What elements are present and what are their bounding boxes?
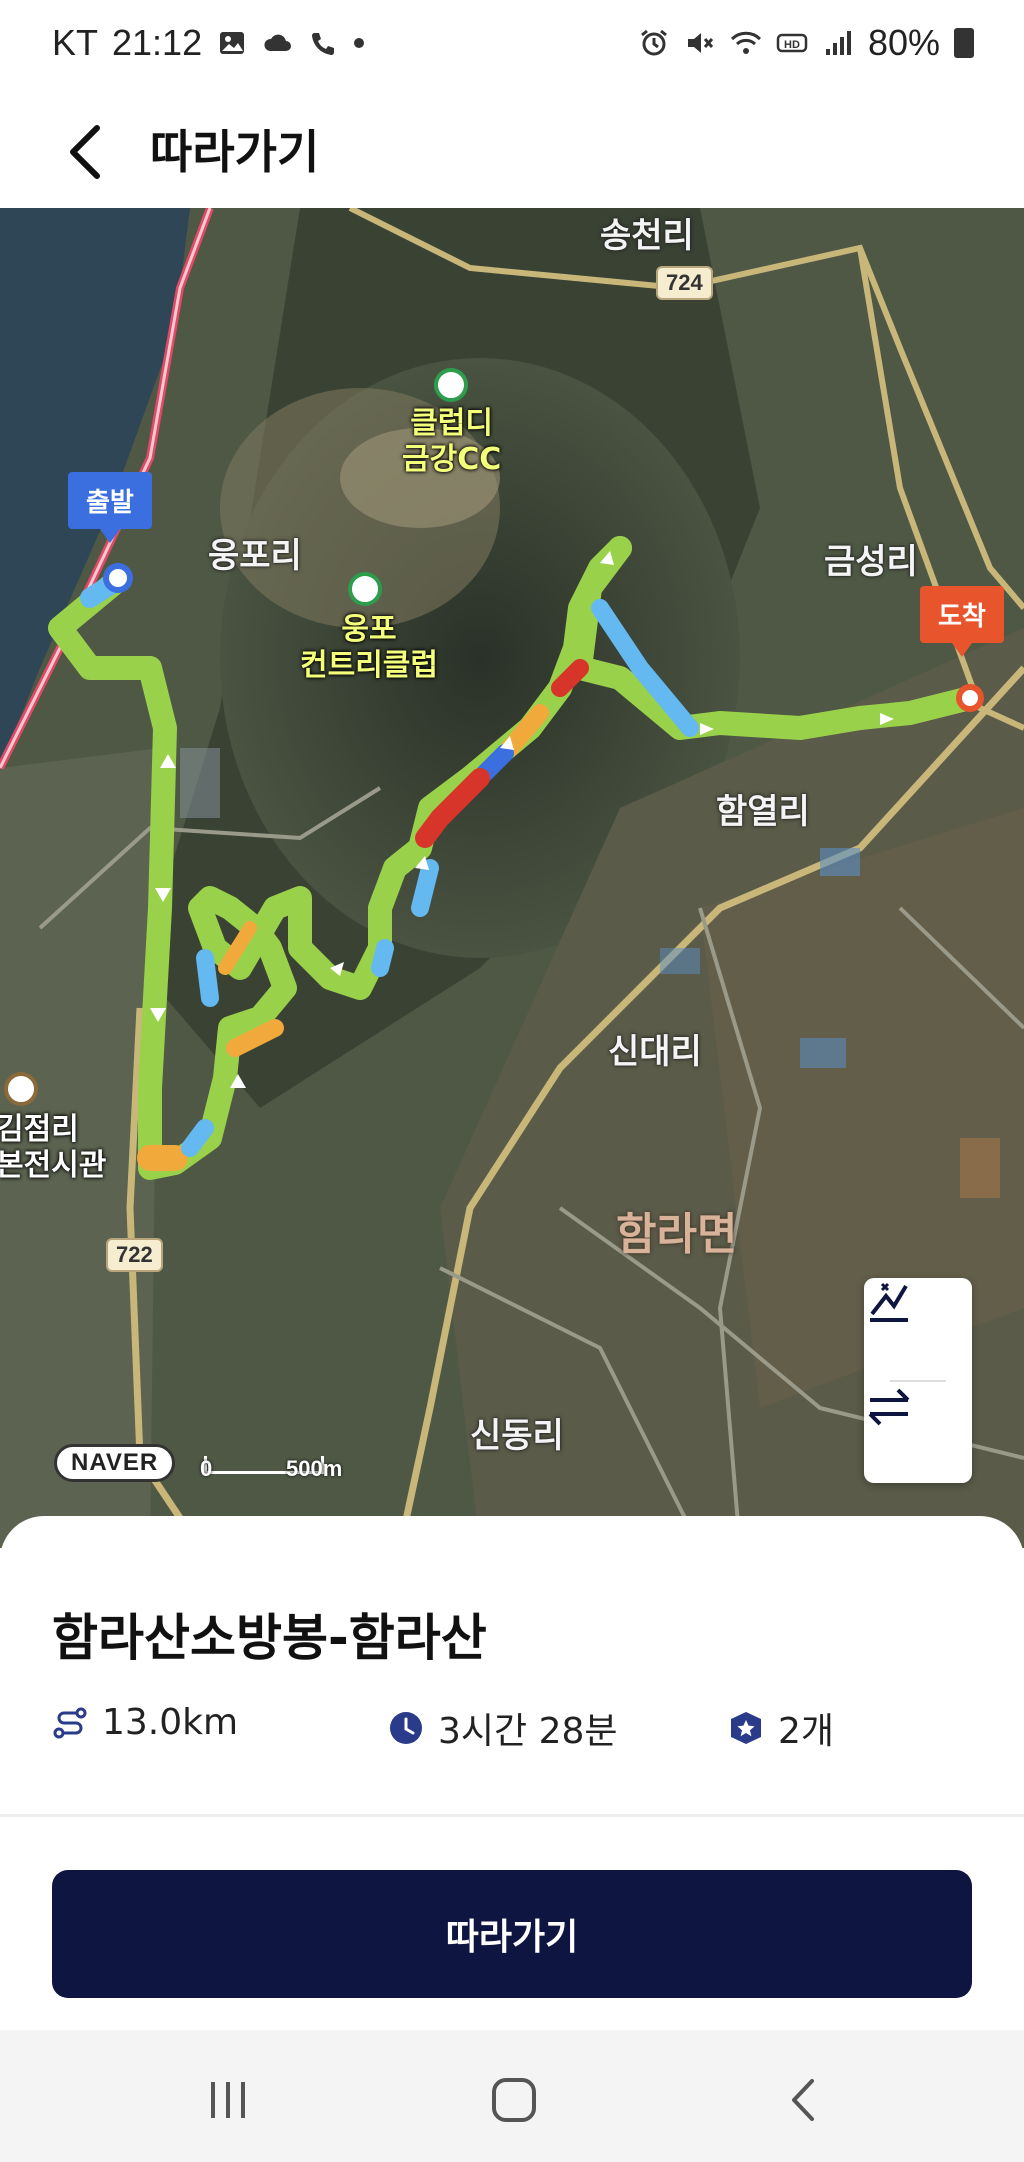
back-icon — [792, 2079, 814, 2121]
notification-dot-icon — [354, 38, 365, 48]
recent-apps-icon — [211, 2082, 245, 2118]
place-label-sindong: 신동리 — [470, 1416, 564, 1456]
ungpo-cc-pin-icon[interactable] — [348, 572, 382, 606]
reverse-button[interactable] — [864, 1382, 972, 1482]
start-marker-label: 출발 — [86, 488, 134, 518]
duration-value: 3시간 28분 — [438, 1711, 618, 1752]
carrier-label: KT — [52, 22, 99, 63]
badge-star-icon — [731, 1712, 761, 1744]
clock-label: 21:12 — [112, 22, 203, 63]
road-sign-722: 722 — [106, 1238, 163, 1272]
reverse-direction-icon — [868, 1388, 910, 1426]
poi-clubd-line2: 금강CC — [402, 442, 502, 477]
elevation-chart-icon — [870, 1282, 908, 1322]
map-controls — [864, 1278, 972, 1483]
district-label: 함라면 — [616, 1209, 738, 1260]
road-sign-724: 724 — [656, 266, 713, 300]
clock-icon — [390, 1712, 422, 1744]
map-view[interactable]: 출발 도착 송천리 웅포리 금성리 함열리 신대리 신동리 함라면 클럽디 금강… — [0, 208, 1024, 1548]
home-icon — [492, 2078, 536, 2122]
naver-logo: NAVER — [54, 1444, 176, 1482]
signal-icon — [825, 31, 851, 55]
svg-text:HD: HD — [784, 39, 800, 51]
mute-icon — [687, 33, 714, 53]
checkpoints-value: 2개 — [778, 1711, 835, 1752]
golf-club-pin-icon[interactable] — [434, 368, 468, 402]
poi-edge[interactable]: 김점리 본전시관 — [0, 1112, 106, 1184]
app-bar: 따라가기 — [0, 96, 1024, 208]
wifi-icon — [730, 31, 761, 54]
hd-icon: HD — [776, 33, 808, 53]
home-button[interactable] — [474, 2060, 554, 2140]
alarm-icon — [641, 29, 667, 56]
course-info-sheet: 함라산소방봉-함라산 13.0km 3시간 28분 2개 따라가기 — [0, 1516, 1024, 2028]
end-marker-label: 도착 — [938, 602, 986, 632]
system-nav-bar — [0, 2030, 1024, 2162]
back-arrow-icon — [70, 125, 100, 179]
place-label-songcheon: 송천리 — [600, 216, 694, 256]
place-label-sindae: 신대리 — [608, 1032, 702, 1072]
route-distance-icon — [53, 1707, 87, 1738]
stat-duration: 3시간 28분 — [388, 1702, 618, 1754]
poi-ungpo-line1: 웅포 — [341, 612, 397, 647]
poi-edge-line1: 김점리 — [0, 1112, 79, 1147]
course-title: 함라산소방봉-함라산 — [52, 1609, 487, 1667]
cloud-icon — [264, 34, 292, 51]
back-button[interactable] — [50, 114, 120, 190]
place-label-geumseong: 금성리 — [824, 542, 918, 582]
end-marker[interactable]: 도착 — [920, 586, 1004, 657]
poi-clubd-line1: 클럽디 — [410, 406, 494, 441]
poi-ungpo-cc[interactable]: 웅포 컨트리클럽 — [300, 612, 438, 684]
museum-pin-icon[interactable] — [4, 1072, 38, 1106]
sheet-divider — [0, 1814, 1024, 1817]
battery-percent: 80% — [867, 22, 940, 63]
follow-button[interactable]: 따라가기 — [52, 1870, 972, 1998]
course-stats: 13.0km 3시간 28분 2개 — [52, 1702, 992, 1752]
system-back-button[interactable] — [762, 2060, 842, 2140]
place-label-hamyeol: 함열리 — [716, 792, 810, 832]
place-label-ungpo: 웅포리 — [208, 536, 302, 576]
gallery-icon — [220, 32, 245, 54]
recent-apps-button[interactable] — [188, 2060, 268, 2140]
start-marker[interactable]: 출발 — [68, 472, 152, 543]
battery-icon — [954, 28, 974, 58]
page-title: 따라가기 — [150, 125, 320, 179]
elevation-button[interactable] — [864, 1278, 972, 1378]
stat-distance: 13.0km — [52, 1702, 238, 1743]
poi-ungpo-line2: 컨트리클럽 — [300, 648, 438, 683]
status-bar: KT 21:12 HD 80% — [0, 0, 1024, 96]
stat-checkpoints: 2개 — [728, 1702, 834, 1754]
poi-clubd[interactable]: 클럽디 금강CC — [402, 406, 501, 478]
wifi-call-icon — [312, 33, 335, 56]
scale-distance-label: 500m — [286, 1456, 343, 1481]
distance-value: 13.0km — [102, 1702, 239, 1743]
status-left: KT 21:12 — [52, 22, 365, 64]
scale-zero-label: 0 — [200, 1456, 213, 1481]
status-right: HD 80% — [638, 22, 974, 64]
poi-edge-line2: 본전시관 — [0, 1148, 107, 1183]
